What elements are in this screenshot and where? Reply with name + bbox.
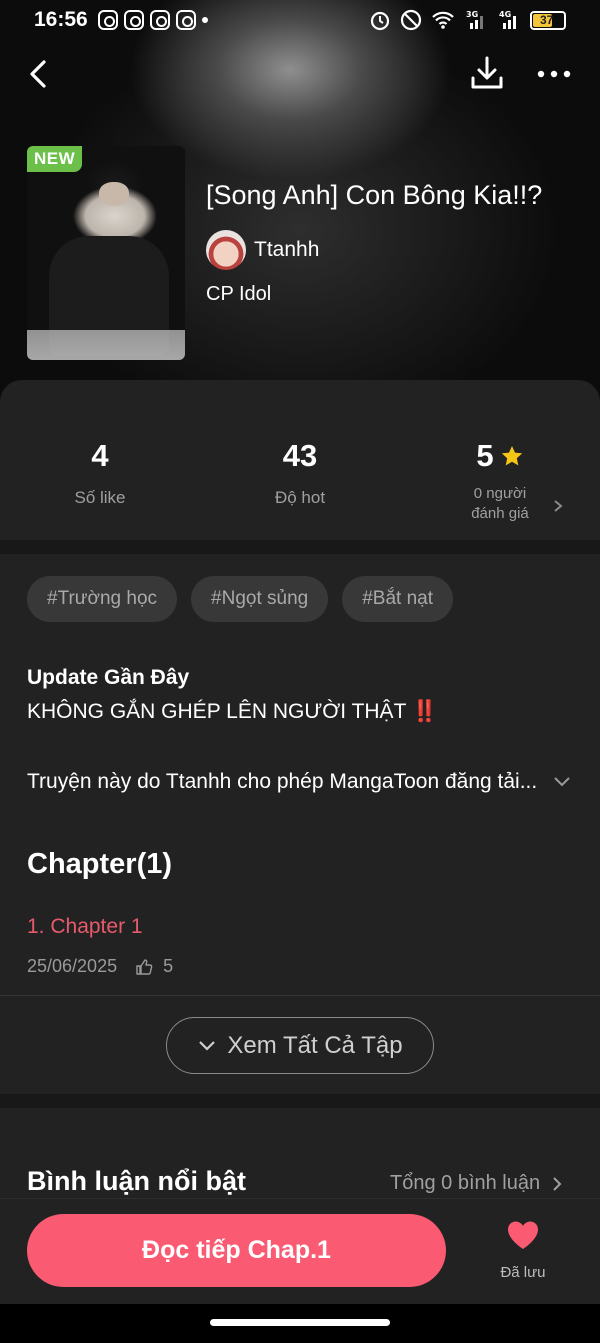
saved-label: Đã lưu xyxy=(500,1264,546,1281)
rating-label-count: 0 người xyxy=(473,485,527,502)
stat-likes: 4 Số like xyxy=(0,438,200,508)
tag-chip[interactable]: #Trường học xyxy=(27,576,178,622)
chapter-separator xyxy=(0,995,600,996)
author-row[interactable]: Ttanhh xyxy=(206,230,319,270)
instagram-icon xyxy=(123,10,144,30)
details-panel: 4 Số like 43 Độ hot 5 0 người đánh giá #T… xyxy=(0,380,600,1295)
star-icon xyxy=(501,446,522,466)
signal-label-4g: 4G xyxy=(499,10,511,19)
instagram-icon xyxy=(97,10,118,30)
more-notifications-dot xyxy=(201,17,208,23)
hero-header: 16:56 3G 4G 37 NEW [Song Anh] Con Bông K… xyxy=(0,0,600,400)
continue-reading-button[interactable]: Đọc tiếp Chap.1 xyxy=(27,1214,446,1287)
chapter-meta: 25/06/2025 5 xyxy=(27,956,173,977)
comments-heading: Bình luận nổi bật xyxy=(27,1166,246,1196)
system-icons: 3G 4G 37 xyxy=(369,9,566,31)
notification-icons xyxy=(97,10,208,30)
system-nav-bar xyxy=(0,1304,600,1343)
status-time: 16:56 xyxy=(34,8,88,31)
likes-label: Số like xyxy=(74,488,126,507)
comments-total-text: Tổng 0 bình luận xyxy=(390,1172,541,1194)
top-nav-bar xyxy=(0,52,600,96)
instagram-icon xyxy=(175,10,196,30)
heart-icon xyxy=(508,1221,538,1249)
book-title: [Song Anh] Con Bông Kia!!? xyxy=(206,180,543,210)
thumbs-up-icon xyxy=(136,958,153,975)
author-avatar[interactable] xyxy=(206,230,246,270)
wifi-icon xyxy=(432,11,454,29)
chevron-right-icon xyxy=(553,1176,562,1191)
hot-label: Độ hot xyxy=(274,488,326,507)
comments-total-link[interactable]: Tổng 0 bình luận xyxy=(390,1172,562,1195)
alarm-icon xyxy=(370,11,390,31)
status-bar: 16:56 3G 4G 37 xyxy=(0,0,600,40)
chapter-link[interactable]: 1. Chapter 1 xyxy=(27,915,143,939)
saved-button[interactable]: Đã lưu xyxy=(490,1219,556,1281)
chapter-likes: 5 xyxy=(163,956,174,976)
signal-3g-icon: 3G xyxy=(466,10,483,29)
book-category[interactable]: CP Idol xyxy=(206,283,271,306)
see-all-chapters-button[interactable]: Xem Tất Cả Tập xyxy=(166,1017,434,1074)
stats-row: 4 Số like 43 Độ hot 5 0 người đánh giá xyxy=(0,380,600,540)
section-divider xyxy=(0,1094,600,1108)
bottom-action-bar: Đọc tiếp Chap.1 Đã lưu xyxy=(0,1198,600,1304)
double-exclamation-emoji: ‼️ xyxy=(411,700,439,723)
more-options-icon[interactable] xyxy=(534,56,574,92)
do-not-disturb-icon xyxy=(400,9,422,31)
likes-value: 4 xyxy=(91,438,109,473)
signal-label-3g: 3G xyxy=(466,10,478,19)
chapter-date: 25/06/2025 xyxy=(27,956,118,976)
rating-value: 5 xyxy=(476,438,494,473)
tag-list: #Trường học #Ngọt sủng #Bắt nạt xyxy=(27,576,453,622)
stat-rating[interactable]: 5 0 người đánh giá xyxy=(400,438,600,524)
chevron-down-icon xyxy=(199,1040,216,1051)
rating-label-text: đánh giá xyxy=(471,505,529,522)
update-heading: Update Gần Đây xyxy=(27,666,190,689)
cover-image[interactable] xyxy=(27,146,185,360)
hot-value: 43 xyxy=(282,438,318,473)
section-divider xyxy=(0,540,600,554)
download-icon[interactable] xyxy=(468,54,506,92)
new-badge: NEW xyxy=(27,146,83,172)
author-name[interactable]: Ttanhh xyxy=(254,238,319,262)
battery-level: 37 xyxy=(540,13,554,27)
battery-icon: 37 xyxy=(530,10,566,30)
tag-chip[interactable]: #Bắt nạt xyxy=(342,576,453,622)
chapter-heading: Chapter(1) xyxy=(27,848,173,880)
stat-hot: 43 Độ hot xyxy=(200,438,400,508)
tag-chip[interactable]: #Ngọt sủng xyxy=(191,576,329,622)
instagram-icon xyxy=(149,10,170,30)
back-arrow-icon[interactable] xyxy=(22,56,58,92)
update-body-text: KHÔNG GẮN GHÉP LÊN NGƯỜI THẬT xyxy=(27,700,407,723)
chevron-right-icon[interactable] xyxy=(552,498,564,514)
see-all-label: Xem Tất Cả Tập xyxy=(227,1031,403,1059)
home-indicator[interactable] xyxy=(210,1319,390,1326)
signal-4g-icon: 4G xyxy=(499,10,516,29)
update-text: KHÔNG GẮN GHÉP LÊN NGƯỜI THẬT ‼️ xyxy=(27,700,438,724)
description-text[interactable]: Truyện này do Ttanhh cho phép MangaToon … xyxy=(27,770,542,794)
chevron-down-icon[interactable] xyxy=(552,775,572,789)
